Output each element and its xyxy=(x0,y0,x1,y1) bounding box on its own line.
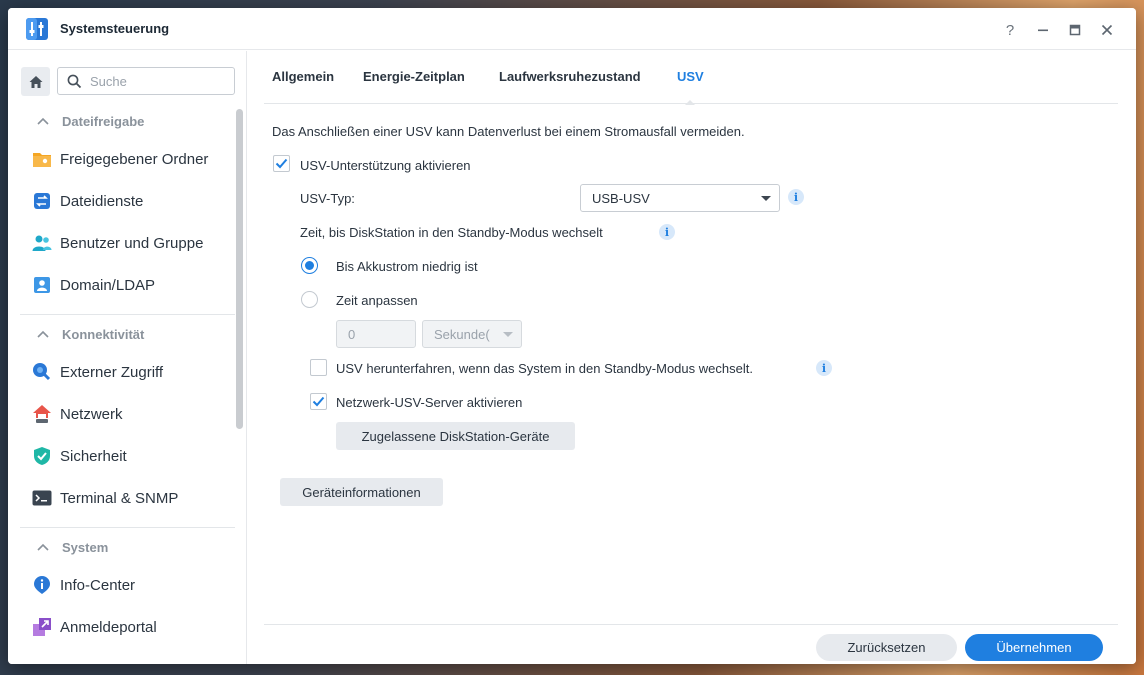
info-icon[interactable]: i xyxy=(659,224,675,240)
sidebar-item-label: Domain/LDAP xyxy=(60,276,156,294)
time-value-input[interactable]: 0 xyxy=(336,320,416,348)
allowed-devices-button[interactable]: Zugelassene DiskStation-Geräte xyxy=(336,422,575,450)
section-divider xyxy=(20,527,235,528)
ups-type-label: USV-Typ: xyxy=(300,191,355,206)
external-access-icon xyxy=(32,362,52,382)
search-input[interactable] xyxy=(90,72,230,90)
control-panel-window: Systemsteuerung ? Dateifreigabe xyxy=(8,8,1136,664)
maximize-icon xyxy=(1069,24,1081,36)
sidebar-item-label: Netzwerk xyxy=(60,405,123,423)
ups-description: Das Anschließen einer USV kann Datenverl… xyxy=(272,124,745,139)
shield-icon xyxy=(32,446,52,466)
section-label: System xyxy=(62,539,109,555)
sidebar-item-network[interactable]: Netzwerk xyxy=(20,396,235,432)
home-icon xyxy=(29,75,42,88)
shutdown-ups-label: USV herunterfahren, wenn das System in d… xyxy=(336,361,753,376)
maximize-button[interactable] xyxy=(1064,19,1086,41)
section-header-system[interactable]: System xyxy=(20,532,235,562)
close-button[interactable] xyxy=(1096,19,1118,41)
footer-divider xyxy=(264,624,1118,625)
sidebar-item-shared-folder[interactable]: Freigegebener Ordner xyxy=(20,141,235,177)
tab-power-schedule[interactable]: Energie-Zeitplan xyxy=(363,69,465,104)
help-button[interactable]: ? xyxy=(999,19,1021,41)
custom-time-label: Zeit anpassen xyxy=(336,293,418,308)
apply-button[interactable]: Übernehmen xyxy=(965,634,1103,661)
ups-type-select[interactable]: USB-USV xyxy=(580,184,780,212)
tab-general[interactable]: Allgemein xyxy=(272,69,334,104)
device-info-button[interactable]: Geräteinformationen xyxy=(280,478,443,506)
domain-icon xyxy=(32,275,52,295)
sidebar-item-external-access[interactable]: Externer Zugriff xyxy=(20,354,235,390)
search-field[interactable] xyxy=(57,67,235,95)
sidebar-item-label: Externer Zugriff xyxy=(60,363,164,381)
time-value: 0 xyxy=(348,326,356,342)
custom-time-radio[interactable] xyxy=(301,291,318,308)
users-icon xyxy=(32,233,52,253)
section-label: Dateifreigabe xyxy=(62,113,145,129)
reset-button[interactable]: Zurücksetzen xyxy=(816,634,957,661)
sidebar-item-file-services[interactable]: Dateidienste xyxy=(20,183,235,219)
chevron-down-icon xyxy=(761,196,771,201)
tab-bar: Allgemein Energie-Zeitplan Laufwerksruhe… xyxy=(264,51,1118,105)
sidebar-item-label: Info-Center xyxy=(60,576,136,594)
network-ups-server-checkbox[interactable] xyxy=(310,393,327,410)
search-icon xyxy=(67,74,82,89)
section-header-file-sharing[interactable]: Dateifreigabe xyxy=(20,106,235,136)
tab-hdd-hibernation[interactable]: Laufwerksruhezustand xyxy=(499,69,641,104)
sidebar-item-users-groups[interactable]: Benutzer und Gruppe xyxy=(20,225,235,261)
sidebar-item-label: Sicherheit xyxy=(60,447,127,465)
window-title: Systemsteuerung xyxy=(60,21,170,36)
home-button[interactable] xyxy=(21,67,50,96)
ups-type-value: USB-USV xyxy=(592,190,650,206)
section-header-connectivity[interactable]: Konnektivität xyxy=(20,319,235,349)
checkmark-icon xyxy=(275,158,288,169)
section-label: Konnektivität xyxy=(62,326,145,342)
chevron-up-icon xyxy=(37,330,52,338)
info-icon[interactable]: i xyxy=(788,189,804,205)
sidebar-item-security[interactable]: Sicherheit xyxy=(20,438,235,474)
standby-time-label: Zeit, bis DiskStation in den Standby-Mod… xyxy=(300,225,603,240)
time-unit-value: Sekunde( xyxy=(434,326,490,342)
chevron-up-icon xyxy=(37,117,52,125)
sidebar-item-domain-ldap[interactable]: Domain/LDAP xyxy=(20,267,235,303)
help-icon: ? xyxy=(1005,21,1015,39)
time-unit-select[interactable]: Sekunde( xyxy=(422,320,522,348)
close-icon xyxy=(1101,24,1113,36)
sidebar: Dateifreigabe Freigegebener Ordner Datei… xyxy=(8,51,247,664)
low-battery-radio[interactable] xyxy=(301,257,318,274)
sidebar-item-label: Terminal & SNMP xyxy=(60,489,179,507)
info-icon xyxy=(32,575,52,595)
title-bar: Systemsteuerung ? xyxy=(8,8,1136,50)
file-services-icon xyxy=(32,191,52,211)
sidebar-item-label: Benutzer und Gruppe xyxy=(60,234,204,252)
low-battery-label: Bis Akkustrom niedrig ist xyxy=(336,259,478,274)
sidebar-scrollbar[interactable] xyxy=(236,109,243,429)
sidebar-item-login-portal[interactable]: Anmeldeportal xyxy=(20,609,235,645)
section-divider xyxy=(20,314,235,315)
sidebar-item-terminal-snmp[interactable]: Terminal & SNMP xyxy=(20,480,235,516)
chevron-up-icon xyxy=(37,543,52,551)
sidebar-item-label: Freigegebener Ordner xyxy=(60,150,209,168)
info-icon[interactable]: i xyxy=(816,360,832,376)
sidebar-item-label: Anmeldeportal xyxy=(60,618,157,636)
minimize-button[interactable] xyxy=(1032,19,1054,41)
minimize-icon xyxy=(1038,29,1048,32)
enable-ups-checkbox[interactable] xyxy=(273,155,290,172)
sidebar-item-label: Dateidienste xyxy=(60,192,144,210)
tab-ups[interactable]: USV xyxy=(677,69,704,105)
login-portal-icon xyxy=(32,617,52,637)
chevron-down-icon xyxy=(503,332,513,337)
network-ups-server-label: Netzwerk-USV-Server aktivieren xyxy=(336,395,523,410)
shared-folder-icon xyxy=(32,149,52,169)
sidebar-item-info-center[interactable]: Info-Center xyxy=(20,567,235,603)
enable-ups-label: USV-Unterstützung aktivieren xyxy=(300,158,471,173)
terminal-icon xyxy=(32,488,52,508)
network-icon xyxy=(32,404,52,424)
main-content: Allgemein Energie-Zeitplan Laufwerksruhe… xyxy=(248,51,1136,664)
checkmark-icon xyxy=(312,396,325,407)
control-panel-app-icon xyxy=(25,17,49,41)
shutdown-ups-checkbox[interactable] xyxy=(310,359,327,376)
